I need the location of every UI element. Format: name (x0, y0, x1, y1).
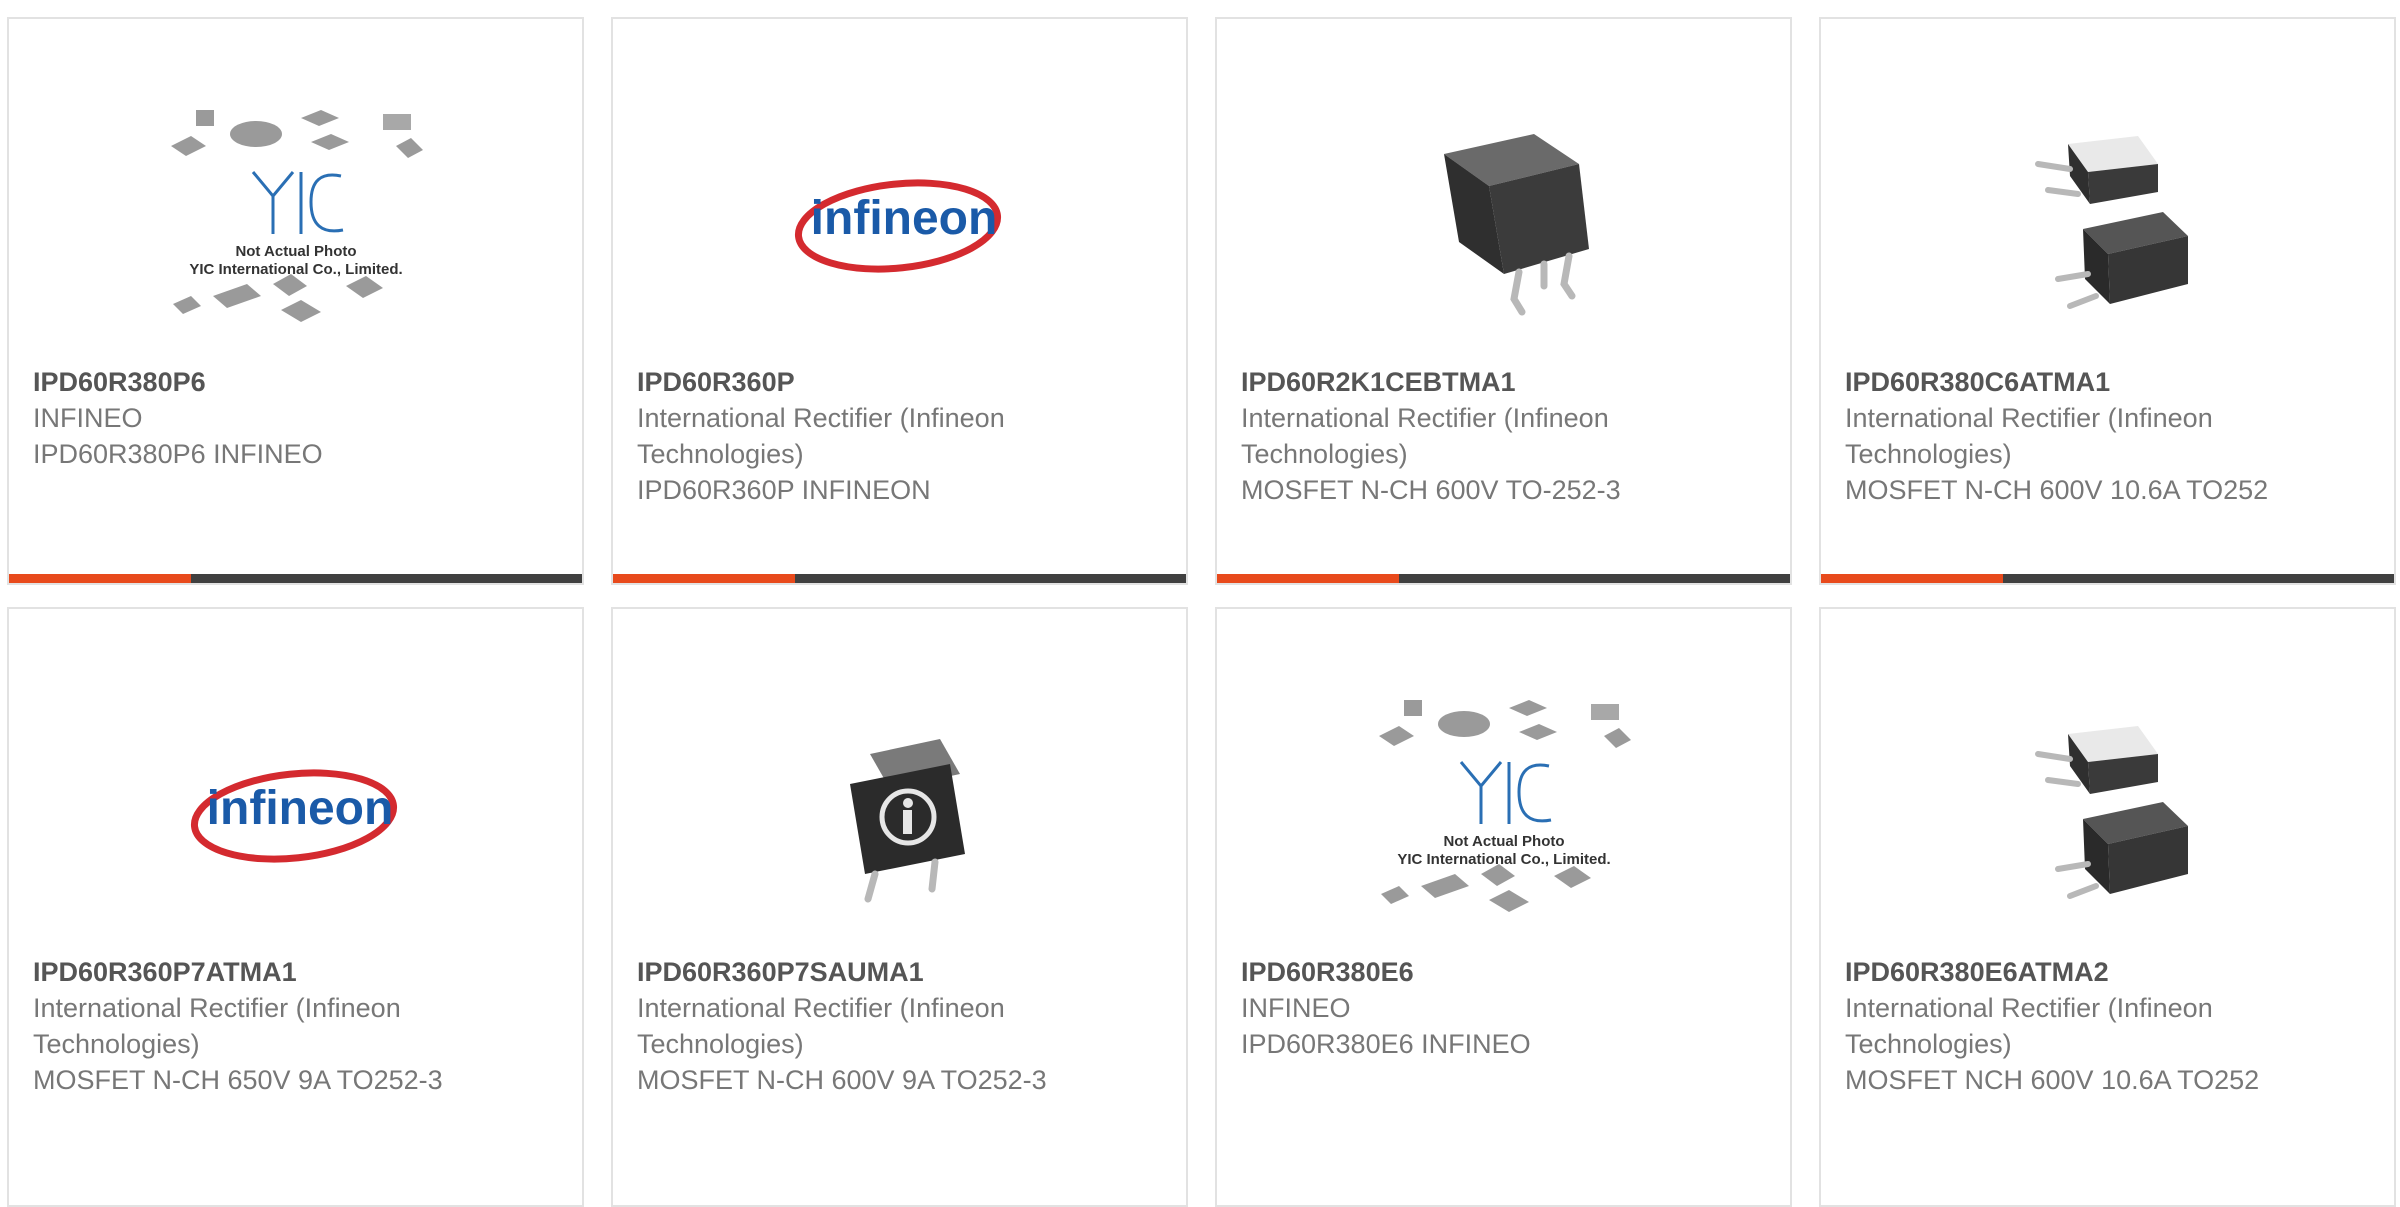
description: MOSFET N-CH 650V 9A TO252-3 (33, 1065, 443, 1095)
part-number[interactable]: IPD60R360P7SAUMA1 (637, 954, 1067, 990)
infineon-logo-icon: infineon (613, 79, 1186, 369)
logo-text: infineon (810, 192, 997, 245)
description: IPD60R360P INFINEON (637, 475, 931, 505)
card-accent-bar (613, 574, 795, 583)
yic-placeholder-icon: Not Actual Photo YIC International Co., … (1217, 669, 1790, 959)
description: MOSFET N-CH 600V 9A TO252-3 (637, 1065, 1047, 1095)
product-grid: Not Actual Photo YIC International Co., … (0, 0, 2400, 1207)
part-number[interactable]: IPD60R380E6ATMA2 (1845, 954, 2275, 990)
card-accent-bar (1821, 574, 2003, 583)
product-card[interactable]: Not Actual Photo YIC International Co., … (1215, 607, 1792, 1207)
product-card[interactable]: IPD60R380C6ATMA1 International Rectifier… (1819, 17, 2396, 585)
logo-text: infineon (206, 782, 393, 835)
part-number[interactable]: IPD60R2K1CEBTMA1 (1241, 364, 1671, 400)
image-caption-2: YIC International Co., Limited. (189, 261, 402, 278)
manufacturer: International Rectifier (Infineon Techno… (637, 993, 1005, 1059)
description: MOSFET NCH 600V 10.6A TO252 (1845, 1065, 2260, 1095)
image-caption-1: Not Actual Photo (1443, 833, 1564, 850)
image-caption-1: Not Actual Photo (235, 243, 356, 260)
card-bottom-bar (9, 574, 582, 583)
part-number[interactable]: IPD60R380P6 (33, 364, 463, 400)
description: IPD60R380E6 INFINEO (1241, 1029, 1531, 1059)
yic-placeholder-icon: Not Actual Photo YIC International Co., … (9, 79, 582, 369)
product-card[interactable]: IPD60R2K1CEBTMA1 International Rectifier… (1215, 17, 1792, 585)
description: MOSFET N-CH 600V TO-252-3 (1241, 475, 1621, 505)
product-card[interactable]: Not Actual Photo YIC International Co., … (7, 17, 584, 585)
manufacturer: International Rectifier (Infineon Techno… (637, 403, 1005, 469)
description: IPD60R380P6 INFINEO (33, 439, 323, 469)
product-card[interactable]: IPD60R380E6ATMA2 International Rectifier… (1819, 607, 2396, 1207)
product-card[interactable]: infineon IPD60R360P International Rectif… (611, 17, 1188, 585)
manufacturer: International Rectifier (Infineon Techno… (1241, 403, 1609, 469)
dpak-pair-icon (1821, 79, 2394, 369)
part-number[interactable]: IPD60R380E6 (1241, 954, 1671, 990)
card-bottom-bar (1821, 574, 2394, 583)
card-bottom-bar (613, 574, 1186, 583)
part-number[interactable]: IPD60R360P (637, 364, 1067, 400)
to252-package-icon (1217, 79, 1790, 369)
manufacturer: International Rectifier (Infineon Techno… (1845, 403, 2213, 469)
dpak-pair-icon (1821, 669, 2394, 959)
manufacturer: International Rectifier (Infineon Techno… (1845, 993, 2213, 1059)
product-card[interactable]: infineon IPD60R360P7ATMA1 International … (7, 607, 584, 1207)
card-bottom-bar (1217, 574, 1790, 583)
part-number[interactable]: IPD60R380C6ATMA1 (1845, 364, 2275, 400)
product-card[interactable]: IPD60R360P7SAUMA1 International Rectifie… (611, 607, 1188, 1207)
description: MOSFET N-CH 600V 10.6A TO252 (1845, 475, 2269, 505)
infineon-logo-icon: infineon (9, 669, 582, 959)
infineon-dpak-icon (613, 669, 1186, 959)
manufacturer: INFINEO (33, 403, 143, 433)
card-accent-bar (1217, 574, 1399, 583)
part-number[interactable]: IPD60R360P7ATMA1 (33, 954, 463, 990)
image-caption-2: YIC International Co., Limited. (1397, 851, 1610, 868)
manufacturer: International Rectifier (Infineon Techno… (33, 993, 401, 1059)
card-accent-bar (9, 574, 191, 583)
manufacturer: INFINEO (1241, 993, 1351, 1023)
